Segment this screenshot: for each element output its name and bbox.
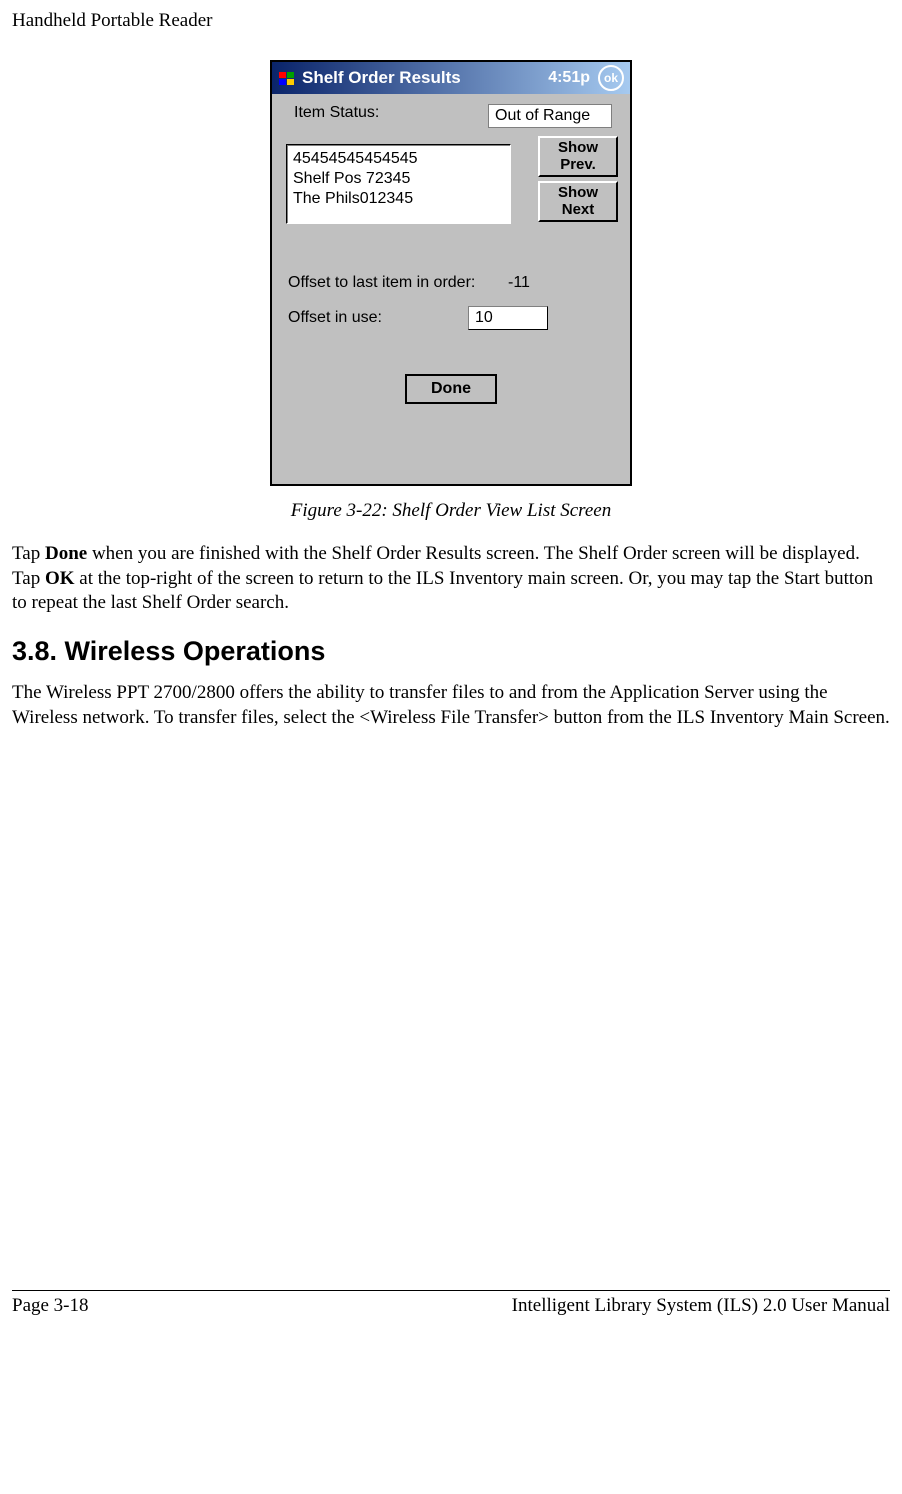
- offset-last-label: Offset to last item in order:: [288, 274, 508, 292]
- item-line-1: 45454545454545: [293, 149, 504, 169]
- footer-right: Intelligent Library System (ILS) 2.0 Use…: [512, 1295, 890, 1317]
- show-prev-button[interactable]: Show Prev.: [538, 136, 618, 177]
- ok-button[interactable]: ok: [598, 65, 624, 91]
- paragraph-1: Tap Done when you are finished with the …: [12, 542, 890, 616]
- item-line-2: Shelf Pos 72345: [293, 169, 504, 189]
- device-screenshot: Shelf Order Results 4:51p ok Item Status…: [270, 60, 632, 486]
- p1-done: Done: [45, 543, 87, 564]
- section-heading: 3.8. Wireless Operations: [12, 636, 890, 667]
- page-footer: Page 3-18 Intelligent Library System (IL…: [12, 1290, 890, 1317]
- page-header: Handheld Portable Reader: [12, 10, 890, 32]
- app-icon: [278, 69, 296, 87]
- figure-caption: Figure 3-22: Shelf Order View List Scree…: [12, 500, 890, 522]
- item-status-label: Item Status:: [294, 104, 379, 128]
- offset-in-use-input[interactable]: [468, 306, 548, 330]
- offset-in-use-label: Offset in use:: [288, 309, 468, 327]
- item-line-3: The Phils012345: [293, 189, 504, 209]
- show-next-button[interactable]: Show Next: [538, 181, 618, 222]
- p1-a: Tap: [12, 543, 45, 564]
- title-bar: Shelf Order Results 4:51p ok: [272, 62, 630, 94]
- done-button[interactable]: Done: [405, 374, 497, 404]
- figure-wrap: Shelf Order Results 4:51p ok Item Status…: [12, 60, 890, 522]
- device-body: Item Status: Out of Range 45454545454545…: [272, 94, 630, 484]
- offset-last-value: -11: [508, 274, 530, 292]
- clock-time: 4:51p: [548, 69, 590, 87]
- item-status-value: Out of Range: [488, 104, 612, 128]
- p1-ok: OK: [45, 568, 75, 589]
- paragraph-2: The Wireless PPT 2700/2800 offers the ab…: [12, 681, 890, 730]
- window-title: Shelf Order Results: [302, 68, 548, 88]
- p1-e: at the top-right of the screen to return…: [12, 568, 873, 614]
- footer-left: Page 3-18: [12, 1295, 89, 1317]
- item-details-box: 45454545454545 Shelf Pos 72345 The Phils…: [286, 144, 511, 224]
